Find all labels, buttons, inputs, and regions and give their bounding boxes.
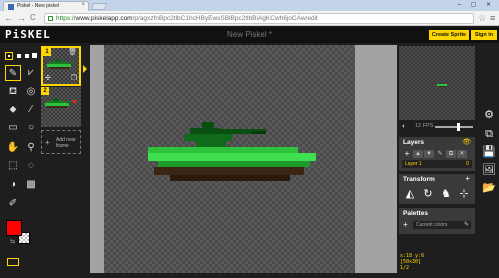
swap-colors-icon[interactable]: ⇆: [10, 238, 15, 245]
forward-icon[interactable]: →: [17, 13, 26, 23]
transform-add-icon[interactable]: +: [465, 174, 470, 183]
primary-color[interactable]: [6, 220, 22, 236]
move-frame-icon[interactable]: ✣: [45, 75, 51, 83]
tab-close-icon[interactable]: ×: [81, 2, 85, 8]
delete-frame-icon[interactable]: 🗑: [68, 49, 77, 57]
frame-indicator: 1/2: [400, 265, 410, 271]
resize-icon[interactable]: ⧉: [482, 127, 496, 141]
settings-icon[interactable]: ⚙: [482, 108, 496, 122]
delete-layer-icon[interactable]: ✕: [457, 150, 467, 158]
tank-sprite: [148, 122, 316, 181]
add-layer-button[interactable]: +: [402, 150, 412, 158]
stroke-icon[interactable]: ◎: [23, 84, 39, 100]
flip-icon[interactable]: ◭: [402, 187, 418, 201]
bookmark-star-icon[interactable]: ☆: [478, 13, 486, 23]
circle-icon[interactable]: ○: [23, 120, 39, 136]
transform-panel: Transform + ◭ ↻ ♞ ⊹: [399, 174, 475, 204]
browser-toolbar: ← → C https://www.piskelapp.com/p/agxzfn…: [0, 11, 499, 26]
address-bar[interactable]: https://www.piskelapp.com/p/agxzfnBpc2tl…: [44, 13, 474, 24]
palette-select[interactable]: Current colors: [413, 221, 471, 229]
layer-row[interactable]: Layer 1 0: [402, 160, 472, 168]
app-header: PiSKEL New Piskel * Create Sprite Sign i…: [0, 27, 499, 43]
move-layer-down-icon[interactable]: ▼: [424, 150, 434, 158]
frame-1-thumbnail: [47, 59, 75, 69]
url-scheme: https://: [56, 15, 76, 22]
url-text: https://www.piskelapp.com/p/agxzfnBpc2tl…: [56, 15, 318, 22]
drawing-canvas[interactable]: [104, 45, 355, 273]
frame-number: 2: [41, 87, 49, 95]
pen-size-4[interactable]: [32, 53, 37, 58]
edit-layer-icon[interactable]: ✎: [435, 150, 445, 158]
pen-size-3[interactable]: [25, 54, 29, 58]
add-frame-label: Add new frame: [56, 137, 76, 149]
duplicate-frame-icon[interactable]: ❐: [71, 75, 77, 83]
layer-name: Layer 1: [405, 161, 422, 167]
browser-tab[interactable]: Piskel - New piskel ×: [3, 1, 89, 11]
bucket-icon[interactable]: ⛾: [5, 84, 21, 100]
layer-visibility-icon[interactable]: 👁: [462, 138, 471, 146]
window-controls[interactable]: ‒ ▢ ✕: [458, 1, 495, 8]
lasso-select-icon[interactable]: ◌: [23, 158, 39, 174]
pen-icon[interactable]: ✎: [5, 65, 21, 81]
move-layer-up-icon[interactable]: ▲: [413, 150, 423, 158]
fps-slider[interactable]: [435, 126, 473, 128]
browser-tab-bar: Piskel - New piskel × ‒ ▢ ✕: [0, 0, 499, 11]
add-palette-icon[interactable]: +: [403, 220, 408, 229]
piskel-favicon-icon: [8, 4, 14, 10]
frame-2-thumbnail: [45, 98, 76, 108]
export-icon[interactable]: 🖼: [482, 163, 496, 177]
fps-label: 12 FPS: [415, 123, 434, 129]
center-icon[interactable]: ⊹: [456, 187, 472, 201]
fps-slider-handle[interactable]: [457, 123, 460, 131]
frame-1[interactable]: 1 🗑 ✣ ❐: [41, 46, 87, 86]
move-icon[interactable]: ✋: [5, 140, 21, 156]
palettes-panel: Palettes + Current colors ✎: [399, 208, 475, 234]
frame-number: 1: [43, 48, 51, 56]
tab-title: Piskel - New piskel: [17, 3, 59, 9]
color-picker-icon[interactable]: ✐: [5, 196, 21, 212]
selected-frame-arrow-icon: [83, 65, 87, 73]
palettes-title: Palettes: [403, 210, 428, 217]
lock-icon: [48, 16, 53, 21]
pen-size-1[interactable]: [5, 52, 13, 60]
mirror-pen-icon[interactable]: ⩗: [23, 65, 39, 81]
new-tab-button[interactable]: [90, 3, 108, 10]
document-title[interactable]: New Piskel *: [0, 30, 499, 39]
animation-preview[interactable]: [399, 46, 475, 120]
onion-skin-icon[interactable]: ◐: [402, 123, 406, 130]
sign-in-button[interactable]: Sign in: [471, 30, 497, 40]
layers-title: Layers: [403, 139, 424, 146]
layers-panel: Layers 👁 + ▲ ▼ ✎ ⧉ ✕ Layer 1 0: [399, 137, 475, 171]
line-icon[interactable]: ∕: [23, 102, 39, 118]
add-frame-plus-icon: +: [45, 138, 50, 147]
layer-count: 0: [466, 161, 469, 167]
browser-menu-icon[interactable]: ≡: [490, 13, 495, 23]
back-icon[interactable]: ←: [4, 13, 13, 23]
create-sprite-button[interactable]: Create Sprite: [429, 30, 469, 40]
url-host: www.piskelapp.com: [75, 15, 133, 22]
merge-layer-icon[interactable]: ⧉: [446, 150, 456, 158]
save-icon[interactable]: 💾: [482, 145, 496, 159]
transform-title: Transform: [403, 176, 435, 183]
rect-select-icon[interactable]: ⬚: [5, 158, 21, 174]
dither-icon[interactable]: ▩: [23, 177, 39, 193]
clone-animal-icon[interactable]: ♞: [438, 187, 454, 201]
import-icon[interactable]: 📂: [482, 181, 496, 195]
frame-2[interactable]: 2: [41, 87, 81, 127]
pen-size-2[interactable]: [17, 54, 21, 58]
reload-icon[interactable]: C: [30, 13, 36, 23]
rotate-icon[interactable]: ↻: [420, 187, 436, 201]
shape-select-icon[interactable]: ◑: [5, 177, 21, 193]
url-path: /p/agxzfnBpc2tlbC1hcHByEwsSBlBpc2tlbBiAg…: [132, 15, 318, 22]
preview-sprite: [437, 83, 447, 87]
eyedropper-icon[interactable]: ⚲: [23, 140, 39, 156]
keyboard-shortcuts-icon[interactable]: [7, 258, 19, 266]
status-readout: x:18 y:6 [50x30] 1/2: [400, 253, 424, 271]
fps-control: ◐ 12 FPS: [399, 122, 475, 132]
add-new-frame-button[interactable]: + Add new frame: [41, 130, 81, 154]
rectangle-icon[interactable]: ▭: [5, 120, 21, 136]
eraser-icon[interactable]: ⬥: [5, 102, 21, 118]
edit-palette-icon[interactable]: ✎: [464, 221, 469, 228]
